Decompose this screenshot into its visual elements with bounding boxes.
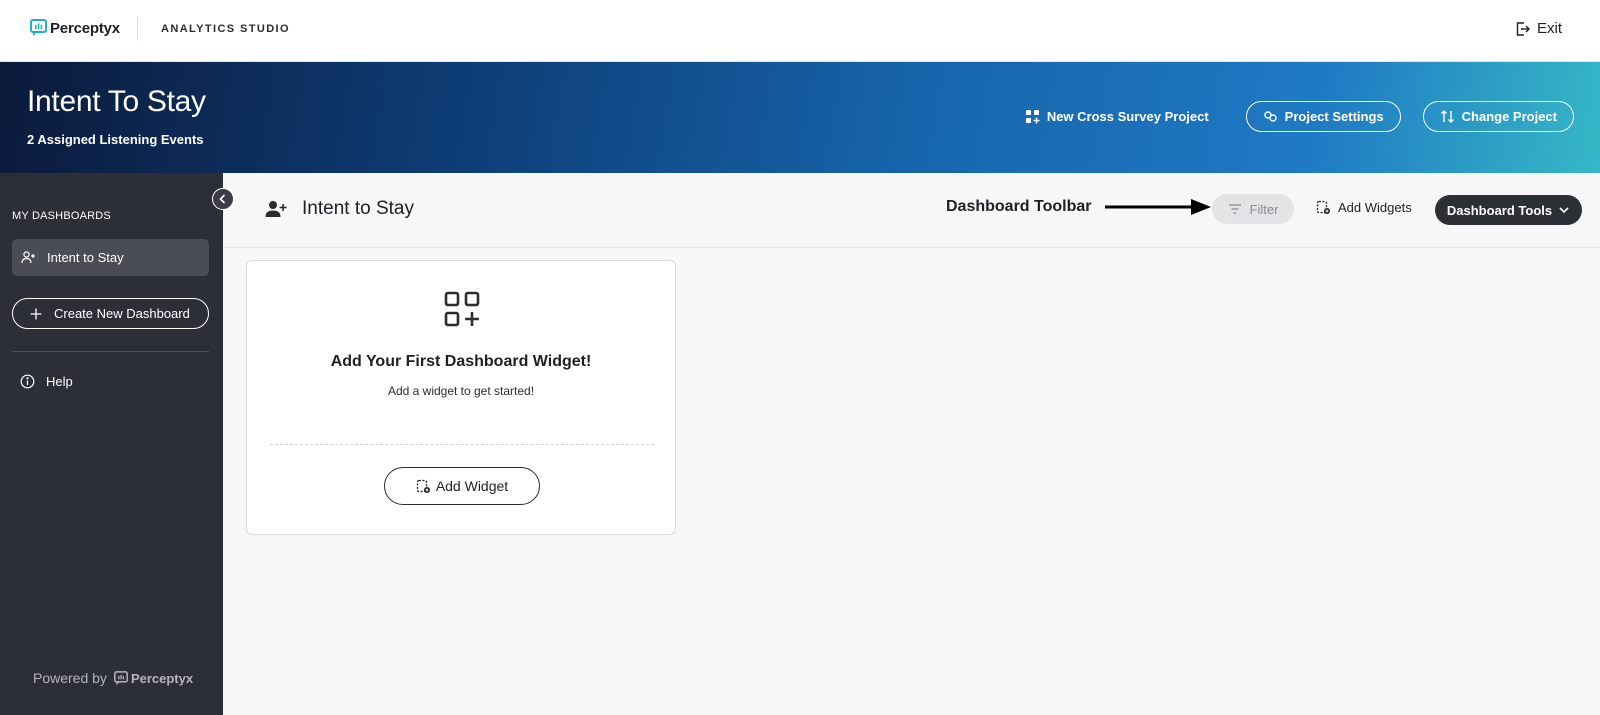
project-actions: New Cross Survey Project Project Setting… bbox=[1025, 101, 1574, 132]
dashboard-toolbar: Intent to Stay Dashboard Toolbar Filter … bbox=[223, 173, 1600, 248]
powered-by: Powered by Perceptyx bbox=[33, 670, 193, 686]
project-settings-label: Project Settings bbox=[1284, 109, 1384, 124]
user-plus-icon bbox=[21, 251, 35, 264]
help-label: Help bbox=[46, 374, 73, 389]
filter-label: Filter bbox=[1249, 201, 1279, 217]
exit-button[interactable]: Exit bbox=[1515, 20, 1562, 37]
sidebar-item-intent-to-stay[interactable]: Intent to Stay bbox=[12, 239, 209, 276]
empty-state-title: Add Your First Dashboard Widget! bbox=[330, 353, 592, 370]
change-project-label: Change Project bbox=[1461, 109, 1557, 124]
plus-icon bbox=[30, 308, 42, 319]
annotation-arrow-icon bbox=[1105, 199, 1211, 215]
grid-plus-icon bbox=[1025, 110, 1040, 124]
app-label: ANALYTICS STUDIO bbox=[161, 23, 290, 35]
powered-by-brand: Perceptyx bbox=[130, 670, 194, 686]
add-widget-button[interactable]: Add Widget bbox=[384, 467, 540, 505]
project-subtitle: 2 Assigned Listening Events bbox=[27, 132, 204, 147]
sidebar-item-label: Intent to Stay bbox=[47, 250, 124, 265]
perceptyx-logo-icon bbox=[30, 19, 47, 36]
add-widget-label: Add Widget bbox=[435, 478, 509, 494]
project-header: Intent To Stay 2 Assigned Listening Even… bbox=[0, 62, 1600, 173]
project-title: Intent To Stay bbox=[27, 85, 206, 118]
chevron-left-icon bbox=[219, 194, 226, 204]
top-nav: Perceptyx ANALYTICS STUDIO Exit bbox=[0, 0, 1600, 62]
project-settings-button[interactable]: Project Settings bbox=[1245, 101, 1401, 132]
exit-label: Exit bbox=[1536, 20, 1562, 37]
user-plus-icon bbox=[265, 201, 287, 217]
empty-state-card: Add Your First Dashboard Widget! Add a w… bbox=[246, 260, 676, 535]
widget-add-icon bbox=[1316, 200, 1330, 214]
toolbar-annotation-label: Dashboard Toolbar bbox=[946, 198, 1092, 215]
dashboard-title: Intent to Stay bbox=[265, 198, 414, 220]
chevron-down-icon bbox=[1559, 207, 1569, 214]
filter-button[interactable]: Filter bbox=[1212, 194, 1294, 224]
link-settings-icon bbox=[1263, 111, 1277, 122]
card-divider bbox=[270, 444, 654, 445]
new-cross-survey-project-button[interactable]: New Cross Survey Project bbox=[1025, 109, 1209, 124]
swap-icon bbox=[1440, 110, 1454, 123]
brand-name: Perceptyx bbox=[50, 19, 120, 37]
filter-icon bbox=[1228, 204, 1241, 214]
change-project-button[interactable]: Change Project bbox=[1422, 101, 1574, 132]
nav-divider bbox=[137, 17, 138, 41]
sidebar-collapse-button[interactable] bbox=[212, 188, 234, 210]
powered-by-label: Powered by bbox=[33, 670, 107, 686]
perceptyx-logo-icon bbox=[114, 670, 128, 685]
widget-grid-plus-icon bbox=[444, 291, 480, 327]
sidebar: MY DASHBOARDS Intent to Stay Create New … bbox=[0, 173, 223, 715]
exit-icon bbox=[1516, 21, 1530, 36]
brand-logo[interactable]: Perceptyx bbox=[30, 19, 120, 37]
sidebar-item-help[interactable]: Help bbox=[20, 374, 73, 389]
info-icon bbox=[20, 374, 35, 389]
add-widgets-button[interactable]: Add Widgets bbox=[1316, 200, 1412, 215]
dashboard-tools-label: Dashboard Tools bbox=[1446, 202, 1553, 218]
sidebar-divider bbox=[12, 351, 209, 352]
dashboard-title-text: Intent to Stay bbox=[302, 198, 414, 219]
powered-by-logo: Perceptyx bbox=[114, 671, 193, 686]
widget-add-icon bbox=[416, 479, 430, 493]
sidebar-heading: MY DASHBOARDS bbox=[12, 210, 111, 222]
add-widgets-label: Add Widgets bbox=[1338, 200, 1412, 215]
new-cross-survey-label: New Cross Survey Project bbox=[1046, 109, 1209, 124]
empty-state-subtitle: Add a widget to get started! bbox=[387, 384, 535, 398]
create-new-dashboard-button[interactable]: Create New Dashboard bbox=[12, 298, 209, 329]
dashboard-tools-dropdown[interactable]: Dashboard Tools bbox=[1435, 195, 1582, 225]
create-new-dashboard-label: Create New Dashboard bbox=[54, 306, 190, 321]
